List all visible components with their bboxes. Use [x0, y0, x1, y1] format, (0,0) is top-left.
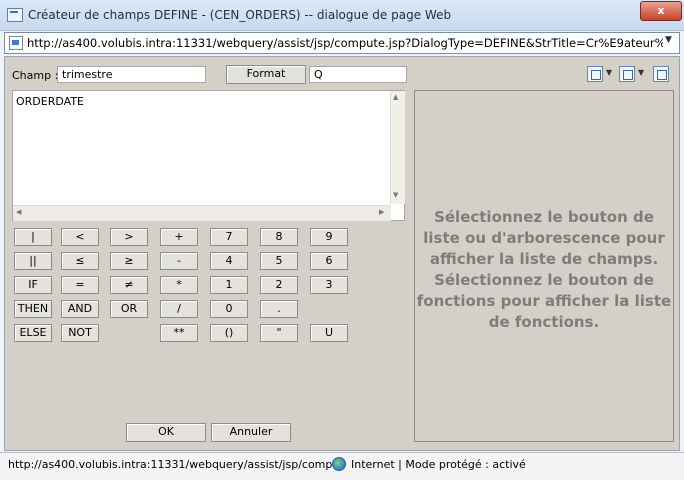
security-zone: Internet | Mode protégé : activé [351, 458, 526, 471]
page-icon [9, 36, 23, 50]
keypad-btn-paren[interactable]: () [210, 324, 248, 342]
list-view-dropdown-icon[interactable]: ▼ [638, 68, 644, 77]
scroll-up-arrow-icon[interactable]: ▲ [393, 93, 398, 101]
keypad-btn-mul[interactable]: * [160, 276, 198, 294]
keypad-btn-double-bar[interactable]: || [14, 252, 52, 270]
scroll-left-arrow-icon[interactable]: ◀ [16, 208, 21, 216]
dialog-app-icon [7, 8, 23, 22]
keypad-btn-minus[interactable]: - [160, 252, 198, 270]
editor-vertical-scrollbar[interactable] [390, 91, 405, 204]
cancel-button[interactable]: Annuler [211, 423, 291, 442]
keypad-btn-1[interactable]: 1 [210, 276, 248, 294]
keypad-btn-0[interactable]: 0 [210, 300, 248, 318]
scroll-right-arrow-icon[interactable]: ▶ [379, 208, 384, 216]
address-url[interactable]: http://as400.volubis.intra:11331/webquer… [27, 36, 663, 50]
list-view-icon[interactable] [619, 66, 635, 82]
keypad-btn-then[interactable]: THEN [14, 300, 52, 318]
keypad-btn-5[interactable]: 5 [260, 252, 298, 270]
keypad-btn-6[interactable]: 6 [310, 252, 348, 270]
keypad-btn-eq[interactable]: = [61, 276, 99, 294]
window-title: Créateur de champs DEFINE - (CEN_ORDERS)… [28, 8, 452, 22]
keypad-btn-not[interactable]: NOT [61, 324, 99, 342]
scroll-down-arrow-icon[interactable]: ▼ [393, 191, 398, 199]
keypad-btn-le[interactable]: ≤ [61, 252, 99, 270]
keypad-btn-bar[interactable]: | [14, 228, 52, 246]
keypad-btn-ge[interactable]: ≥ [110, 252, 148, 270]
keypad-btn-4[interactable]: 4 [210, 252, 248, 270]
keypad-btn-if[interactable]: IF [14, 276, 52, 294]
keypad-btn-or[interactable]: OR [110, 300, 148, 318]
ok-button[interactable]: OK [126, 423, 206, 442]
format-button[interactable]: Format [226, 65, 306, 84]
keypad-btn-ne[interactable]: ≠ [110, 276, 148, 294]
format-input[interactable]: Q [309, 66, 407, 83]
keypad-btn-and[interactable]: AND [61, 300, 99, 318]
keypad-btn-3[interactable]: 3 [310, 276, 348, 294]
keypad-btn-7[interactable]: 7 [210, 228, 248, 246]
keypad-btn-lt[interactable]: < [61, 228, 99, 246]
close-button[interactable]: x [640, 1, 682, 21]
keypad-btn-div[interactable]: / [160, 300, 198, 318]
editor-horizontal-scrollbar[interactable] [13, 205, 391, 221]
expression-editor[interactable]: ORDERDATE ▲ ▼ ◀ ▶ [12, 90, 405, 221]
keypad-btn-9[interactable]: 9 [310, 228, 348, 246]
tree-view-dropdown-icon[interactable]: ▼ [606, 68, 612, 77]
address-bar: http://as400.volubis.intra:11331/webquer… [4, 32, 680, 54]
keypad-btn-plus[interactable]: + [160, 228, 198, 246]
keypad-btn-quote[interactable]: " [260, 324, 298, 342]
expression-text: ORDERDATE [16, 95, 84, 108]
keypad-btn-else[interactable]: ELSE [14, 324, 52, 342]
keypad-btn-gt[interactable]: > [110, 228, 148, 246]
panel-instructions: Sélectionnez le bouton de liste ou d'arb… [416, 208, 672, 331]
window-titlebar: Créateur de champs DEFINE - (CEN_ORDERS)… [0, 0, 684, 31]
status-url: http://as400.volubis.intra:11331/webquer… [8, 458, 340, 471]
champ-label: Champ : [12, 69, 59, 82]
functions-icon[interactable] [653, 66, 669, 82]
tree-view-icon[interactable] [587, 66, 603, 82]
keypad-btn-dot[interactable]: . [260, 300, 298, 318]
keypad-btn-u[interactable]: U [310, 324, 348, 342]
field-list-panel: Sélectionnez le bouton de liste ou d'arb… [414, 90, 674, 442]
address-dropdown-icon[interactable]: ▼ [665, 35, 672, 45]
globe-icon [332, 457, 346, 471]
define-dialog: Champ : trimestre Format Q ▼ ▼ ORDERDATE… [4, 56, 680, 451]
status-bar: http://as400.volubis.intra:11331/webquer… [0, 452, 684, 480]
keypad-btn-8[interactable]: 8 [260, 228, 298, 246]
champ-input[interactable]: trimestre [57, 66, 206, 83]
keypad-btn-2[interactable]: 2 [260, 276, 298, 294]
keypad-btn-pow[interactable]: ** [160, 324, 198, 342]
